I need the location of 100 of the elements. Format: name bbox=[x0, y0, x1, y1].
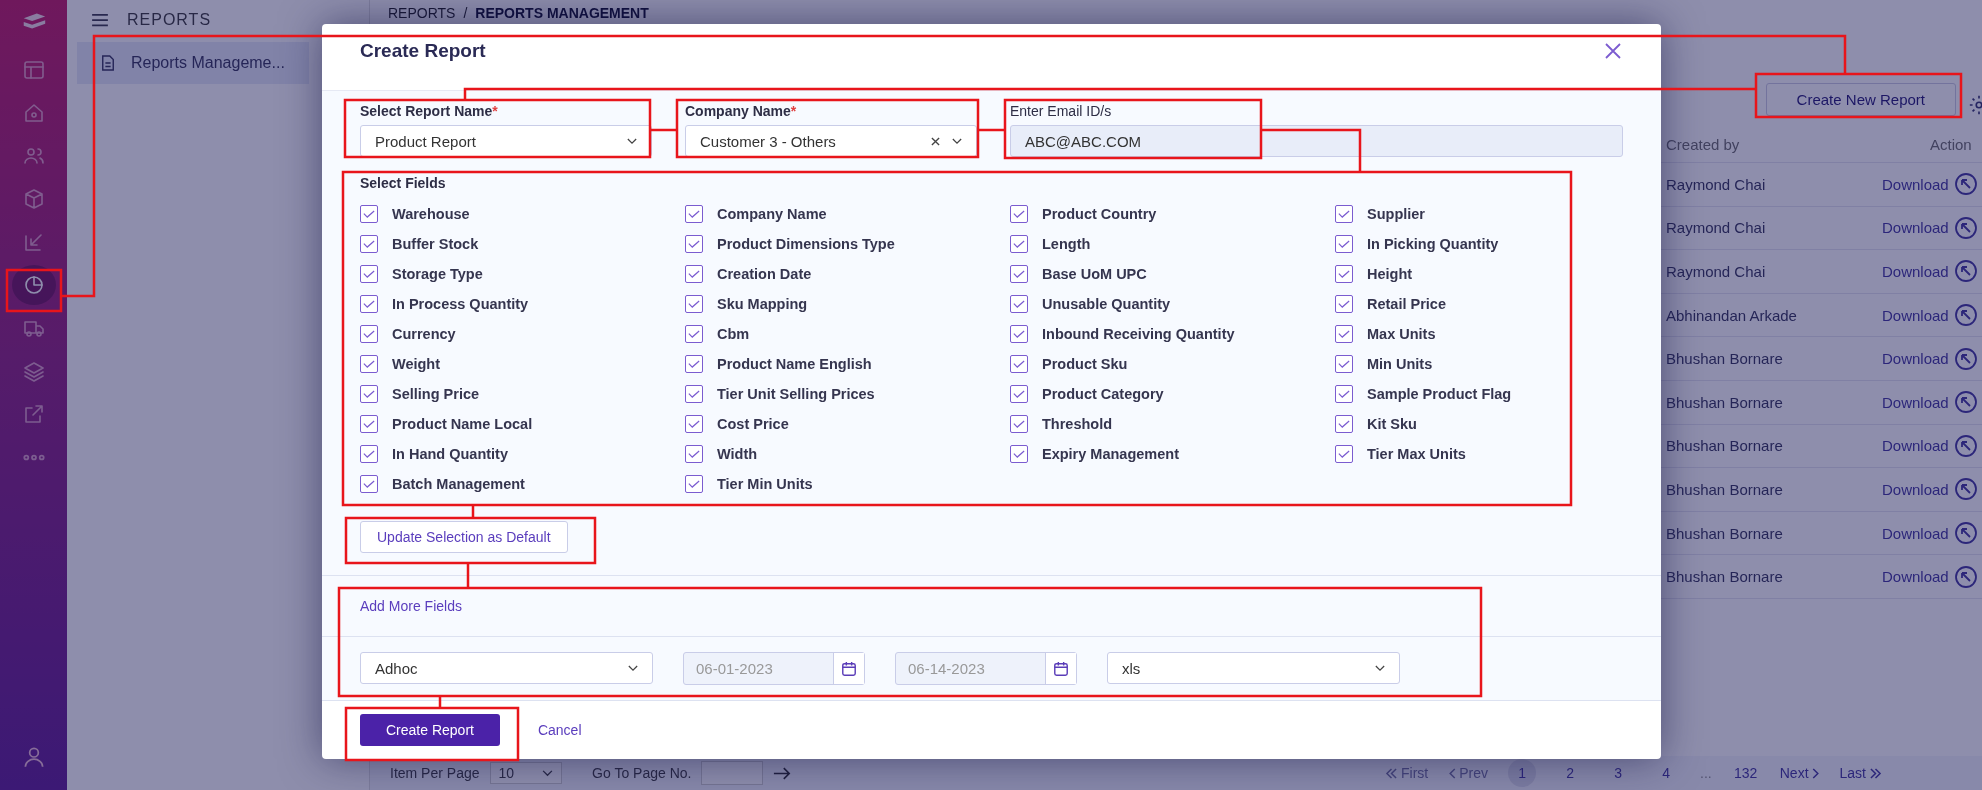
checkbox[interactable] bbox=[1335, 385, 1353, 403]
page-number[interactable]: 4 bbox=[1652, 759, 1681, 787]
checkbox[interactable] bbox=[685, 415, 703, 433]
checkbox[interactable] bbox=[1335, 265, 1353, 283]
checkbox[interactable] bbox=[685, 355, 703, 373]
checkbox[interactable] bbox=[685, 475, 703, 493]
checkbox[interactable] bbox=[360, 415, 378, 433]
checkbox[interactable] bbox=[360, 385, 378, 403]
page-number[interactable]: 3 bbox=[1604, 759, 1633, 787]
checkbox-label: Sample Product Flag bbox=[1367, 386, 1512, 402]
checkbox[interactable] bbox=[685, 265, 703, 283]
arrow-circle-icon[interactable] bbox=[1953, 521, 1978, 546]
download-link[interactable]: Download bbox=[1882, 524, 1949, 542]
checkbox[interactable] bbox=[1010, 445, 1028, 463]
breadcrumb-item[interactable]: REPORTS bbox=[388, 5, 456, 21]
calendar-icon[interactable] bbox=[1053, 660, 1069, 677]
arrow-circle-icon[interactable] bbox=[1953, 215, 1978, 240]
checkbox[interactable] bbox=[685, 205, 703, 223]
download-link[interactable]: Download bbox=[1882, 306, 1949, 324]
download-link[interactable]: Download bbox=[1882, 175, 1949, 193]
arrow-circle-icon[interactable] bbox=[1953, 259, 1978, 284]
checkbox-label: Product Name Local bbox=[392, 416, 533, 432]
checkbox[interactable] bbox=[1335, 235, 1353, 253]
checkbox[interactable] bbox=[1010, 295, 1028, 313]
end-date-field[interactable]: 06-14-2023 bbox=[895, 652, 1077, 685]
download-link[interactable]: Download bbox=[1882, 437, 1949, 455]
page-number[interactable]: 1 bbox=[1508, 759, 1537, 787]
arrow-circle-icon[interactable] bbox=[1953, 390, 1978, 415]
checkbox[interactable] bbox=[1010, 235, 1028, 253]
checkbox[interactable] bbox=[1335, 295, 1353, 313]
checkbox[interactable] bbox=[1010, 265, 1028, 283]
download-link[interactable]: Download bbox=[1882, 219, 1949, 237]
checkbox[interactable] bbox=[685, 385, 703, 403]
close-icon[interactable] bbox=[1605, 43, 1621, 59]
check-icon bbox=[688, 389, 700, 399]
checkbox[interactable] bbox=[360, 295, 378, 313]
tab[interactable]: Add More Fields bbox=[360, 592, 462, 620]
arrow-circle-icon[interactable] bbox=[1953, 433, 1978, 458]
page-number-field[interactable] bbox=[701, 761, 764, 785]
checkbox[interactable] bbox=[360, 445, 378, 463]
format-select[interactable]: xls bbox=[1107, 652, 1400, 684]
checkbox[interactable] bbox=[1335, 415, 1353, 433]
previous-page-link[interactable]: Prev bbox=[1448, 765, 1489, 781]
checkbox-label: Tier Unit Selling Prices bbox=[717, 386, 875, 402]
checkbox[interactable] bbox=[1010, 415, 1028, 433]
arrow-circle-icon[interactable] bbox=[1953, 564, 1978, 589]
checkbox[interactable] bbox=[1010, 385, 1028, 403]
download-link[interactable]: Download bbox=[1882, 568, 1949, 586]
checkbox[interactable] bbox=[360, 325, 378, 343]
table-cell-text: Raymond Chai bbox=[1666, 263, 1767, 280]
calendar-icon[interactable] bbox=[841, 660, 857, 677]
arrow-circle-icon[interactable] bbox=[1953, 477, 1978, 502]
download-link[interactable]: Download bbox=[1882, 393, 1949, 411]
caret-icon bbox=[627, 137, 637, 145]
checkbox[interactable] bbox=[360, 235, 378, 253]
last-page-link[interactable]: Last bbox=[1839, 765, 1882, 781]
checkbox[interactable] bbox=[360, 205, 378, 223]
company-name-select[interactable]: Customer 3 - Others bbox=[685, 125, 977, 157]
arrow-circle-icon[interactable] bbox=[1953, 346, 1978, 371]
checkbox[interactable] bbox=[685, 325, 703, 343]
page-number[interactable]: 2 bbox=[1556, 759, 1585, 787]
checkbox[interactable] bbox=[1010, 325, 1028, 343]
breadcrumb-item[interactable]: REPORTS MANAGEMENT bbox=[475, 5, 649, 21]
create-report-button[interactable]: Create Report bbox=[360, 714, 500, 746]
checkbox[interactable] bbox=[360, 475, 378, 493]
arrow-circle-icon[interactable] bbox=[1953, 172, 1978, 197]
cancel-link[interactable]: Cancel bbox=[537, 722, 582, 738]
download-link[interactable]: Download bbox=[1882, 480, 1949, 498]
checkbox-label: Base UoM UPC bbox=[1042, 266, 1147, 282]
create-new-report-button[interactable]: Create New Report bbox=[1765, 83, 1956, 116]
checkbox[interactable] bbox=[360, 355, 378, 373]
checkbox[interactable] bbox=[685, 445, 703, 463]
checkbox[interactable] bbox=[1335, 445, 1353, 463]
checkbox[interactable] bbox=[1335, 355, 1353, 373]
update-default-button[interactable]: Update Selection as Default bbox=[360, 521, 568, 553]
arrow-circle-icon[interactable] bbox=[1953, 303, 1978, 328]
first-page-link[interactable]: First bbox=[1385, 765, 1429, 781]
email-field[interactable]: ABC@ABC.COM bbox=[1010, 125, 1623, 157]
checkbox[interactable] bbox=[685, 235, 703, 253]
checkbox[interactable] bbox=[1335, 205, 1353, 223]
download-link[interactable]: Download bbox=[1882, 263, 1949, 280]
items-per-page-select[interactable]: 10 bbox=[489, 762, 563, 784]
checkbox[interactable] bbox=[360, 265, 378, 283]
checkbox[interactable] bbox=[1335, 325, 1353, 343]
start-date-field[interactable]: 06-01-2023 bbox=[683, 652, 865, 685]
page-number[interactable]: 132 bbox=[1731, 759, 1760, 787]
double-chevron-right-icon bbox=[1869, 767, 1882, 779]
menu-item[interactable]: Reports Manageme... bbox=[77, 42, 309, 84]
checkbox-label: Company Name bbox=[717, 206, 827, 222]
report-name-select[interactable]: Product Report bbox=[360, 125, 652, 157]
checkbox[interactable] bbox=[1010, 355, 1028, 373]
checkbox[interactable] bbox=[685, 295, 703, 313]
menu-icon[interactable] bbox=[91, 13, 109, 27]
clear-icon[interactable] bbox=[931, 136, 940, 146]
arrow-right-icon[interactable] bbox=[773, 766, 792, 780]
next-page-link[interactable]: Next bbox=[1779, 765, 1820, 781]
download-link[interactable]: Download bbox=[1882, 350, 1949, 368]
checkbox-label: Max Units bbox=[1367, 326, 1436, 342]
frequency-select[interactable]: Adhoc bbox=[360, 652, 653, 684]
checkbox[interactable] bbox=[1010, 205, 1028, 223]
